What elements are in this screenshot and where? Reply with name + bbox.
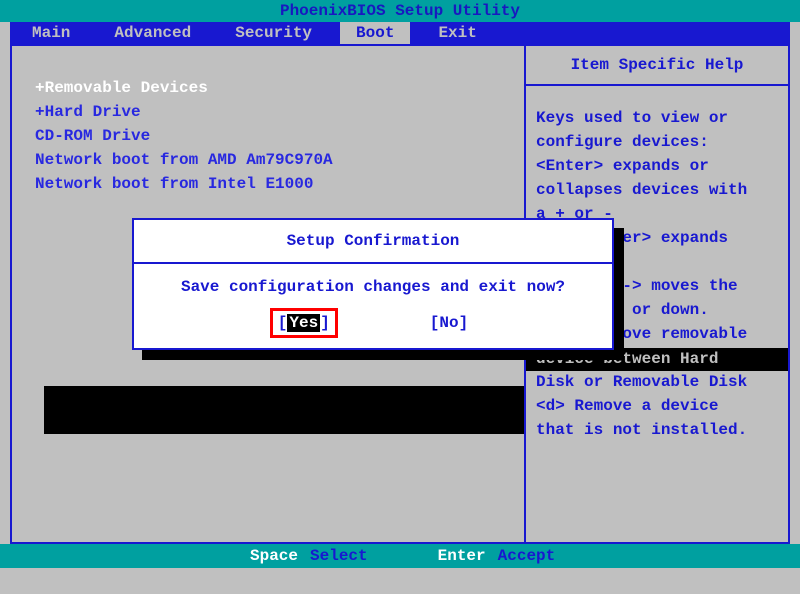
boot-item[interactable]: +Removable Devices <box>27 76 514 100</box>
yes-button[interactable]: [Yes] <box>278 314 330 332</box>
footer-key-enter: Enter <box>438 547 486 565</box>
help-line: that is not installed. <box>536 418 778 442</box>
menu-bar: MainAdvancedSecurity Boot Exit <box>10 22 790 44</box>
boot-item[interactable]: CD-ROM Drive <box>27 124 514 148</box>
help-title: Item Specific Help <box>526 46 788 86</box>
footer-label-select: Select <box>310 547 368 565</box>
menu-tab-exit[interactable]: Exit <box>416 22 498 44</box>
menu-tab-security[interactable]: Security <box>213 22 334 44</box>
footer-key-space: Space <box>250 547 298 565</box>
help-line: configure devices: <box>536 130 778 154</box>
boot-item[interactable]: Network boot from AMD Am79C970A <box>27 148 514 172</box>
title-text: PhoenixBIOS Setup Utility <box>280 2 520 20</box>
help-line: Keys used to view or <box>536 106 778 130</box>
menu-tab-main[interactable]: Main <box>10 22 92 44</box>
help-line: collapses devices with <box>536 178 778 202</box>
help-line: <Enter> expands or <box>536 154 778 178</box>
confirmation-dialog: Setup Confirmation Save configuration ch… <box>132 218 614 350</box>
footer-label-accept: Accept <box>498 547 556 565</box>
no-button[interactable]: [No] <box>430 314 468 332</box>
title-bar: PhoenixBIOS Setup Utility <box>0 0 800 22</box>
dialog-button-row: [Yes] [No] <box>134 306 612 348</box>
selection-highlight <box>44 386 524 434</box>
footer-bar: Space Select Enter Accept <box>0 544 800 568</box>
dialog-title: Setup Confirmation <box>134 220 612 264</box>
help-line: <d> Remove a device <box>536 394 778 418</box>
menu-tab-advanced[interactable]: Advanced <box>92 22 213 44</box>
menu-tab-boot[interactable]: Boot <box>340 22 410 44</box>
bios-screen: PhoenixBIOS Setup Utility MainAdvancedSe… <box>0 0 800 594</box>
help-line: Disk or Removable Disk <box>536 370 778 394</box>
boot-item[interactable]: Network boot from Intel E1000 <box>27 172 514 196</box>
boot-item[interactable]: +Hard Drive <box>27 100 514 124</box>
dialog-message: Save configuration changes and exit now? <box>134 264 612 306</box>
help-overlay-row: device between Hard <box>526 348 788 371</box>
